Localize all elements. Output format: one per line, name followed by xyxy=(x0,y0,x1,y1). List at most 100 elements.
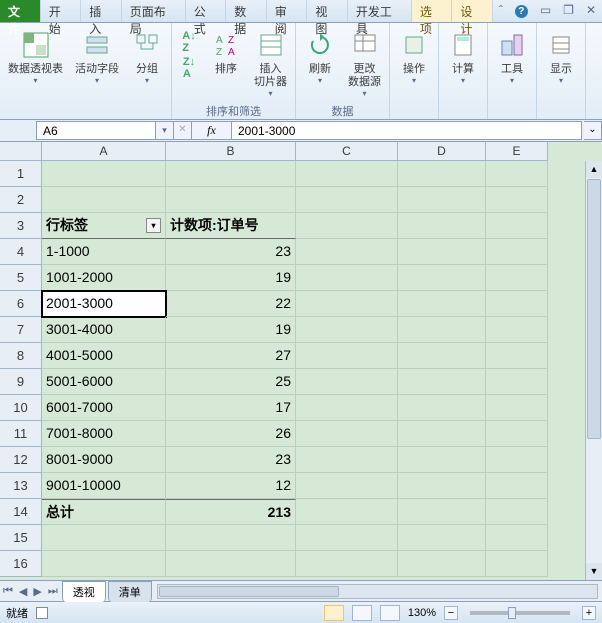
row-header-5[interactable]: 5 xyxy=(0,265,42,291)
horizontal-scrollbar[interactable] xyxy=(157,584,598,599)
cell[interactable]: 23 xyxy=(166,447,296,473)
cell[interactable] xyxy=(42,525,166,551)
cell[interactable]: 19 xyxy=(166,265,296,291)
zoom-handle[interactable] xyxy=(508,607,516,619)
calc-button[interactable]: 计算▾ xyxy=(443,26,483,88)
cell[interactable] xyxy=(398,447,486,473)
sheet-tab-active[interactable]: 透视 xyxy=(62,581,106,602)
view-pagelayout-button[interactable] xyxy=(352,605,372,621)
cell[interactable] xyxy=(296,551,398,577)
cell[interactable]: 12 xyxy=(166,473,296,499)
menu-tab-1[interactable]: 插入 xyxy=(81,0,122,22)
activefield-button[interactable]: 活动字段▾ xyxy=(71,26,123,88)
cell[interactable]: 5001-6000 xyxy=(42,369,166,395)
cell[interactable]: 行标签▾ xyxy=(42,213,166,239)
cell[interactable] xyxy=(486,213,548,239)
cell[interactable]: 213 xyxy=(166,499,296,525)
sheet-nav-first[interactable]: ⏮ xyxy=(0,585,16,598)
menu-tab-5[interactable]: 审阅 xyxy=(267,0,308,22)
refresh-button[interactable]: 刷新▾ xyxy=(300,26,340,88)
cell[interactable] xyxy=(486,239,548,265)
cell[interactable]: 7001-8000 xyxy=(42,421,166,447)
window-minimize-icon[interactable]: ▭ xyxy=(534,0,557,22)
macro-record-icon[interactable] xyxy=(36,607,48,619)
slicer-button[interactable]: 插入 切片器▾ xyxy=(250,26,291,101)
cell[interactable]: 1-1000 xyxy=(42,239,166,265)
cell[interactable] xyxy=(296,369,398,395)
col-header-A[interactable]: A xyxy=(42,142,166,161)
fx-cancel-icon[interactable]: ✕ xyxy=(174,121,192,140)
scroll-up-icon[interactable]: ▲ xyxy=(586,161,602,178)
zoom-out-button[interactable]: − xyxy=(444,606,458,620)
cell[interactable] xyxy=(398,551,486,577)
help-icon[interactable]: ? xyxy=(509,0,534,22)
changesource-button[interactable]: 更改 数据源▾ xyxy=(344,26,385,101)
cell[interactable] xyxy=(486,343,548,369)
window-close-icon[interactable]: ✕ xyxy=(580,0,602,22)
cell[interactable] xyxy=(296,525,398,551)
cell[interactable] xyxy=(486,551,548,577)
cell[interactable]: 17 xyxy=(166,395,296,421)
cell[interactable] xyxy=(398,317,486,343)
menu-tab-6[interactable]: 视图 xyxy=(307,0,348,22)
cell[interactable]: 19 xyxy=(166,317,296,343)
tools-button[interactable]: 工具▾ xyxy=(492,26,532,88)
cell[interactable] xyxy=(486,395,548,421)
row-header-1[interactable]: 1 xyxy=(0,161,42,187)
sheet-nav-prev[interactable]: ◀ xyxy=(16,585,30,598)
cell[interactable] xyxy=(166,525,296,551)
cell[interactable] xyxy=(296,395,398,421)
cell[interactable] xyxy=(296,187,398,213)
cell[interactable] xyxy=(398,265,486,291)
cell[interactable] xyxy=(398,239,486,265)
column-headers[interactable]: ABCDE xyxy=(42,142,548,161)
col-header-E[interactable]: E xyxy=(486,142,548,161)
cell[interactable] xyxy=(296,239,398,265)
menu-tab-4[interactable]: 数据 xyxy=(226,0,267,22)
menu-tab-3[interactable]: 公式 xyxy=(186,0,227,22)
cells-area[interactable]: 行标签▾计数项:订单号1-1000231001-2000192001-30002… xyxy=(42,161,548,577)
select-all-button[interactable] xyxy=(0,142,42,161)
cell[interactable] xyxy=(296,213,398,239)
col-header-D[interactable]: D xyxy=(398,142,486,161)
cell[interactable] xyxy=(296,291,398,317)
ribbon-minimize-icon[interactable]: ˆ xyxy=(493,0,509,22)
window-restore-icon[interactable]: ❐ xyxy=(557,0,580,22)
cell[interactable] xyxy=(296,473,398,499)
cell[interactable] xyxy=(398,395,486,421)
row-header-14[interactable]: 14 xyxy=(0,499,42,525)
row-header-2[interactable]: 2 xyxy=(0,187,42,213)
scroll-thumb[interactable] xyxy=(587,179,601,439)
menu-tab-0[interactable]: 开始 xyxy=(41,0,82,22)
cell[interactable] xyxy=(296,447,398,473)
row-header-7[interactable]: 7 xyxy=(0,317,42,343)
row-header-16[interactable]: 16 xyxy=(0,551,42,577)
name-box[interactable]: A6 xyxy=(36,121,156,140)
cell[interactable] xyxy=(398,499,486,525)
row-header-4[interactable]: 4 xyxy=(0,239,42,265)
cell[interactable] xyxy=(398,161,486,187)
cell[interactable] xyxy=(398,473,486,499)
show-button[interactable]: 显示▾ xyxy=(541,26,581,88)
cell[interactable] xyxy=(486,473,548,499)
actions-button[interactable]: 操作▾ xyxy=(394,26,434,88)
cell[interactable] xyxy=(166,161,296,187)
file-tab[interactable]: 文件 xyxy=(0,0,41,22)
cell[interactable]: 9001-10000 xyxy=(42,473,166,499)
row-header-10[interactable]: 10 xyxy=(0,395,42,421)
hscroll-thumb[interactable] xyxy=(159,586,339,597)
cell[interactable] xyxy=(486,525,548,551)
cell[interactable] xyxy=(486,187,548,213)
cell[interactable] xyxy=(42,551,166,577)
fx-icon[interactable]: fx xyxy=(192,121,232,140)
cell[interactable] xyxy=(296,421,398,447)
cell[interactable] xyxy=(398,343,486,369)
cell[interactable]: 3001-4000 xyxy=(42,317,166,343)
col-header-C[interactable]: C xyxy=(296,142,398,161)
cell[interactable] xyxy=(486,421,548,447)
scroll-down-icon[interactable]: ▼ xyxy=(586,563,602,580)
sort-asc-button[interactable]: A↓Z xyxy=(176,30,202,54)
worksheet-grid[interactable]: ABCDE 12345678910111213141516 行标签▾计数项:订单… xyxy=(0,142,602,580)
sheet-tab-other[interactable]: 清单 xyxy=(108,581,152,602)
cell[interactable]: 总计 xyxy=(42,499,166,525)
